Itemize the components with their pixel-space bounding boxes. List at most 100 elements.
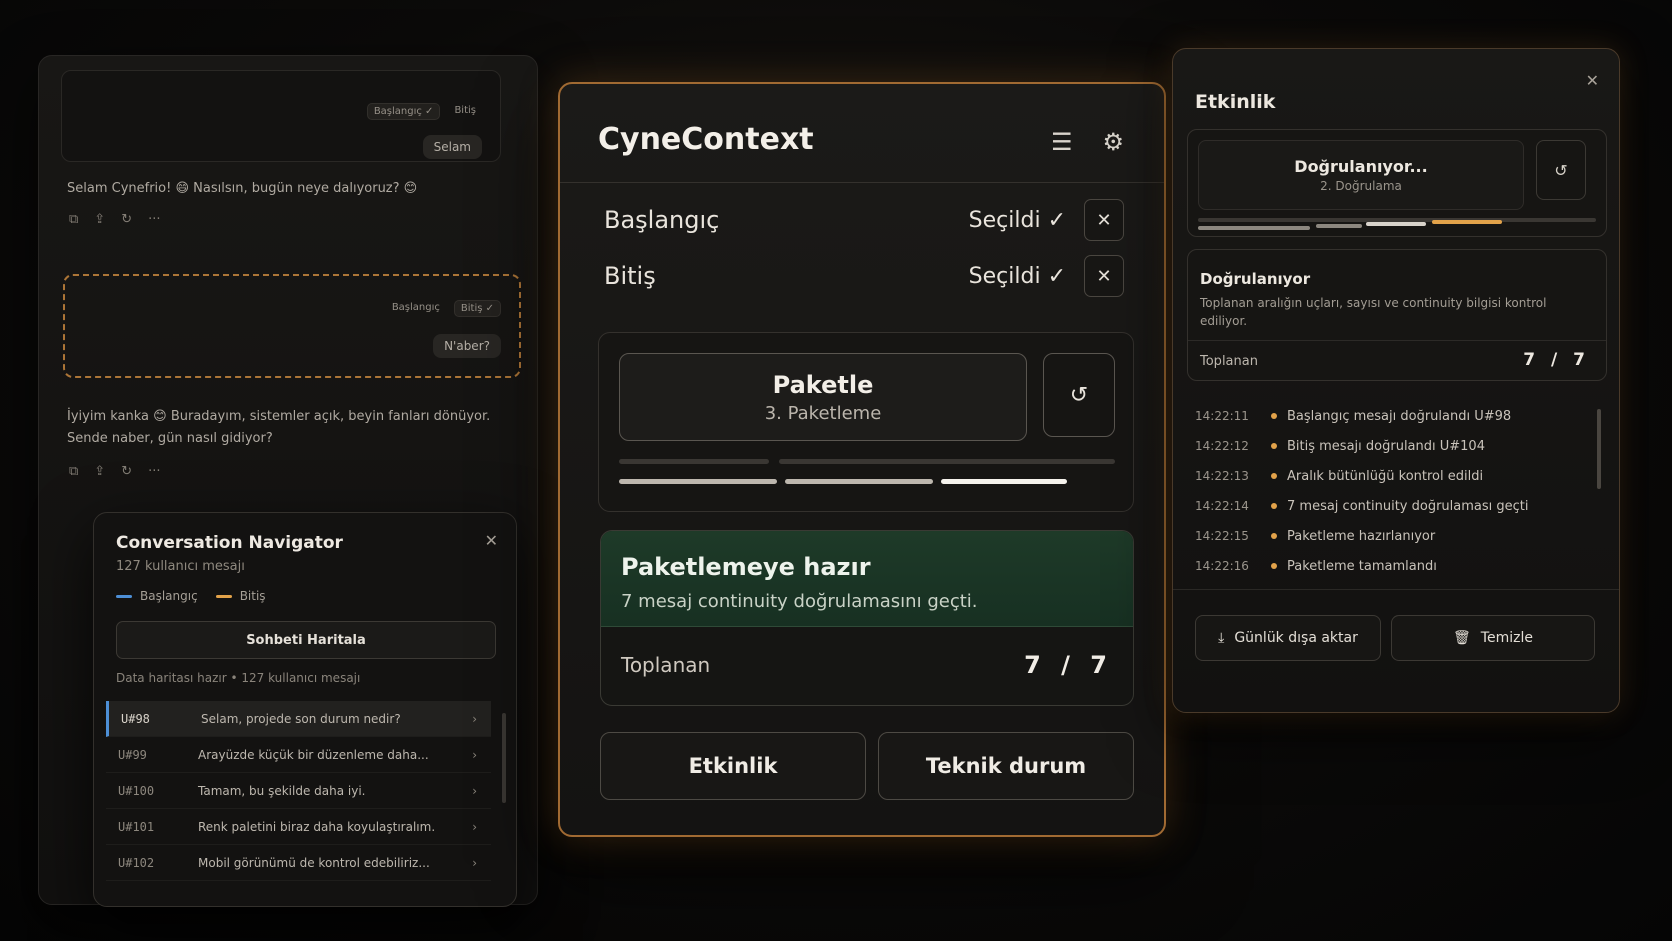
status-dot bbox=[1271, 443, 1277, 449]
log-text: 7 mesaj continuity doğrulaması geçti bbox=[1287, 498, 1529, 514]
reply-2-actions: ⧉ ⇪ ↻ ··· bbox=[69, 464, 161, 479]
list-item[interactable]: U#99 Arayüzde küçük bir düzenleme daha..… bbox=[106, 737, 491, 773]
refresh-icon[interactable]: ↺ bbox=[1536, 140, 1586, 200]
message-preview: Selam, projede son durum nedir? bbox=[201, 711, 401, 726]
verify-card: Doğrulanıyor Toplanan aralığın uçları, s… bbox=[1187, 249, 1607, 381]
copy-icon[interactable]: ⧉ bbox=[69, 464, 78, 479]
log-entry: 14:22:12 Bitiş mesajı doğrulandı U#104 bbox=[1195, 431, 1585, 461]
more-icon[interactable]: ··· bbox=[148, 212, 160, 227]
activity-panel: Etkinlik ✕ Doğrulanıyor... 2. Doğrulama … bbox=[1172, 48, 1620, 713]
gear-icon[interactable]: ⚙ bbox=[1102, 128, 1124, 156]
copy-icon[interactable]: ⧉ bbox=[69, 212, 78, 227]
clear-log-button[interactable]: 🗑 Temizle bbox=[1391, 615, 1595, 661]
navigator-scrollbar[interactable] bbox=[502, 713, 506, 803]
status-dot bbox=[1271, 473, 1277, 479]
assistant-reply-1: Selam Cynefrio! 😄 Nasılsın, bugün neye d… bbox=[67, 181, 418, 196]
step-subtitle: 2. Doğrulama bbox=[1320, 179, 1402, 193]
collected-label: Toplanan bbox=[1200, 354, 1258, 369]
regenerate-icon[interactable]: ↻ bbox=[121, 464, 132, 479]
verify-divider bbox=[1188, 340, 1606, 341]
reply-line-1: İyiyim kanka 😊 Buradayım, sistemler açık… bbox=[67, 409, 491, 424]
map-conversation-button[interactable]: Sohbeti Haritala bbox=[116, 621, 496, 659]
share-icon[interactable]: ⇪ bbox=[94, 212, 105, 227]
progress-track bbox=[779, 459, 1115, 464]
message-preview: Mobil görünümü de kontrol edebiliriz... bbox=[198, 855, 430, 870]
message-markers: Başlangıç Bitiş ✓ bbox=[386, 300, 501, 317]
share-icon[interactable]: ⇪ bbox=[94, 464, 105, 479]
trash-icon: 🗑 bbox=[1453, 630, 1471, 646]
message-id: U#100 bbox=[118, 783, 155, 798]
end-selection-row: Bitiş Seçildi ✓ ✕ bbox=[604, 252, 1124, 300]
start-marker[interactable]: Başlangıç bbox=[386, 300, 446, 317]
start-marker[interactable]: Başlangıç ✓ bbox=[366, 103, 441, 120]
step-2a-progress bbox=[1316, 224, 1362, 228]
menu-icon[interactable]: ☰ bbox=[1051, 128, 1073, 156]
legend-start-label: Başlangıç bbox=[140, 589, 198, 603]
collected-value: 7 / 7 bbox=[1523, 350, 1590, 370]
status-dot bbox=[1271, 563, 1277, 569]
end-marker[interactable]: Bitiş bbox=[448, 103, 482, 120]
export-log-label: Günlük dışa aktar bbox=[1234, 630, 1358, 646]
chevron-right-icon: › bbox=[472, 819, 477, 834]
status-dot bbox=[1271, 533, 1277, 539]
log-scrollbar[interactable] bbox=[1597, 409, 1601, 489]
log-time: 14:22:16 bbox=[1195, 559, 1249, 573]
more-icon[interactable]: ··· bbox=[148, 464, 160, 479]
list-item[interactable]: U#100 Tamam, bu şekilde daha iyi. › bbox=[106, 773, 491, 809]
verify-title: Doğrulanıyor bbox=[1200, 270, 1311, 288]
message-markers: Başlangıç ✓ Bitiş bbox=[366, 103, 482, 120]
step-2-active-progress bbox=[1432, 220, 1502, 224]
progress-track bbox=[619, 459, 769, 464]
message-preview: Renk paletini biraz daha koyulaştıralım. bbox=[198, 819, 436, 834]
user-message-2-selected[interactable]: Başlangıç Bitiş ✓ N'aber? bbox=[63, 274, 521, 378]
legend-end: Bitiş bbox=[215, 589, 266, 603]
activity-title: Etkinlik bbox=[1195, 91, 1276, 113]
clear-end-button[interactable]: ✕ bbox=[1084, 255, 1124, 297]
log-text: Başlangıç mesajı doğrulandı U#98 bbox=[1287, 408, 1512, 424]
close-icon[interactable]: ✕ bbox=[1586, 71, 1599, 90]
list-item[interactable]: U#101 Renk paletini biraz daha koyulaştı… bbox=[106, 809, 491, 845]
close-icon[interactable]: ✕ bbox=[485, 531, 498, 550]
navigator-title: Conversation Navigator bbox=[116, 533, 343, 553]
message-bubble: Selam bbox=[422, 135, 482, 159]
technical-status-button[interactable]: Teknik durum bbox=[878, 732, 1134, 800]
log-text: Paketleme tamamlandı bbox=[1287, 558, 1437, 574]
step-2b-progress bbox=[1366, 222, 1426, 226]
log-entry: 14:22:11 Başlangıç mesajı doğrulandı U#98 bbox=[1195, 401, 1585, 431]
header-divider bbox=[560, 182, 1164, 183]
user-message-1[interactable]: Başlangıç ✓ Bitiş Selam bbox=[61, 70, 501, 162]
log-entry: 14:22:13 Aralık bütünlüğü kontrol edildi bbox=[1195, 461, 1585, 491]
step-3-progress bbox=[941, 479, 1067, 484]
message-preview: Tamam, bu şekilde daha iyi. bbox=[198, 783, 366, 798]
pack-button[interactable]: Paketle 3. Paketleme bbox=[619, 353, 1027, 441]
list-item[interactable]: U#98 Selam, projede son durum nedir? › bbox=[106, 701, 491, 737]
list-item[interactable]: U#102 Mobil görünümü de kontrol edebilir… bbox=[106, 845, 491, 881]
start-label: Başlangıç bbox=[604, 206, 720, 234]
ready-banner: Paketlemeye hazır 7 mesaj continuity doğ… bbox=[601, 531, 1133, 627]
ready-description: 7 mesaj continuity doğrulamasını geçti. bbox=[621, 591, 978, 612]
regenerate-icon[interactable]: ↻ bbox=[121, 212, 132, 227]
end-marker[interactable]: Bitiş ✓ bbox=[453, 300, 501, 317]
activity-button[interactable]: Etkinlik bbox=[600, 732, 866, 800]
download-icon: ⤓ bbox=[1218, 630, 1225, 646]
step-button[interactable]: Doğrulanıyor... 2. Doğrulama bbox=[1198, 140, 1524, 210]
collected-value: 7 / 7 bbox=[1024, 651, 1113, 679]
navigator-subtitle: 127 kullanıcı mesajı bbox=[116, 559, 245, 574]
refresh-button[interactable]: ↺ bbox=[1043, 353, 1115, 437]
chevron-right-icon: › bbox=[472, 855, 477, 870]
reply-1-actions: ⧉ ⇪ ↻ ··· bbox=[69, 212, 161, 227]
legend-start-swatch bbox=[116, 595, 132, 598]
export-log-button[interactable]: ⤓ Günlük dışa aktar bbox=[1195, 615, 1381, 661]
log-text: Paketleme hazırlanıyor bbox=[1287, 528, 1436, 544]
log-entry: 14:22:15 Paketleme hazırlanıyor bbox=[1195, 521, 1585, 551]
message-bubble: N'aber? bbox=[433, 334, 501, 358]
log-time: 14:22:15 bbox=[1195, 529, 1249, 543]
footer-divider bbox=[1173, 589, 1619, 590]
end-status: Seçildi ✓ bbox=[968, 263, 1066, 289]
message-id: U#99 bbox=[118, 747, 147, 762]
activity-log: 14:22:11 Başlangıç mesajı doğrulandı U#98… bbox=[1195, 401, 1585, 581]
log-text: Aralık bütünlüğü kontrol edildi bbox=[1287, 468, 1484, 484]
clear-start-button[interactable]: ✕ bbox=[1084, 199, 1124, 241]
app-title: CyneContext bbox=[598, 122, 814, 157]
message-id: U#98 bbox=[121, 711, 150, 726]
